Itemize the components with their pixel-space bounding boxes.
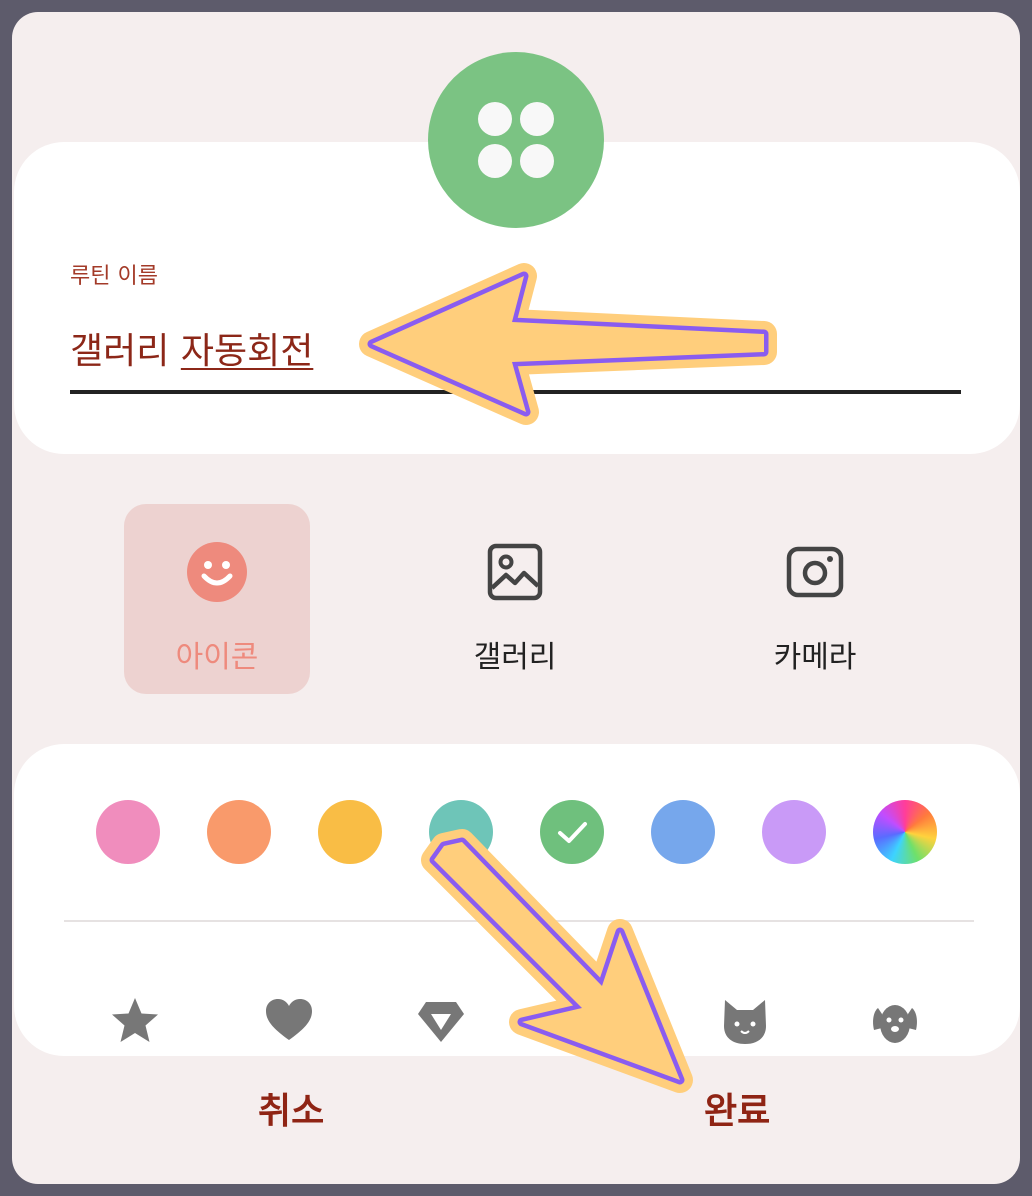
routine-name-label: 루틴 이름 — [70, 264, 158, 289]
source-label: 아이콘 — [175, 640, 259, 675]
color-swatch-custom[interactable] — [873, 800, 937, 864]
color-swatch-yellow[interactable] — [318, 800, 382, 864]
avatar-dot — [520, 102, 554, 136]
star-icon[interactable] — [110, 996, 160, 1046]
dog-icon[interactable] — [870, 996, 920, 1046]
color-swatch-pink[interactable] — [96, 800, 160, 864]
avatar-dot — [478, 144, 512, 178]
color-swatch-orange[interactable] — [207, 800, 271, 864]
routine-avatar[interactable] — [428, 52, 604, 228]
color-swatch-blue[interactable] — [651, 800, 715, 864]
color-swatch-teal[interactable] — [429, 800, 493, 864]
routine-name-input[interactable]: 갤러리 자동회전 — [70, 322, 313, 374]
camera-icon — [786, 546, 844, 598]
check-icon — [558, 822, 587, 843]
routine-name-text-underlined: 자동회전 — [180, 331, 314, 372]
gallery-icon — [487, 543, 543, 601]
cat-icon[interactable] — [720, 996, 770, 1046]
smiley-icon — [187, 542, 247, 602]
cancel-button[interactable]: 취소 — [258, 1082, 324, 1134]
source-option-gallery[interactable]: 갤러리 — [422, 504, 608, 694]
divider — [64, 920, 974, 922]
color-swatch-purple[interactable] — [762, 800, 826, 864]
source-label: 카메라 — [773, 640, 857, 675]
color-shape-card — [14, 744, 1020, 1056]
routine-name-text: 갤러리 — [70, 331, 170, 372]
heart-icon[interactable] — [264, 996, 314, 1046]
source-label: 갤러리 — [473, 640, 557, 675]
avatar-dot — [520, 144, 554, 178]
source-option-camera[interactable]: 카메라 — [722, 504, 908, 694]
avatar-dot — [478, 102, 512, 136]
done-button[interactable]: 완료 — [704, 1082, 770, 1134]
source-option-icon[interactable]: 아이콘 — [124, 504, 310, 694]
diamond-icon[interactable] — [416, 996, 466, 1046]
input-underline — [70, 390, 961, 394]
routine-icon-editor: 루틴 이름 갤러리 자동회전 아이콘 갤러리 카메라 취소 완료 — [12, 12, 1020, 1184]
color-swatch-green-selected[interactable] — [540, 800, 604, 864]
